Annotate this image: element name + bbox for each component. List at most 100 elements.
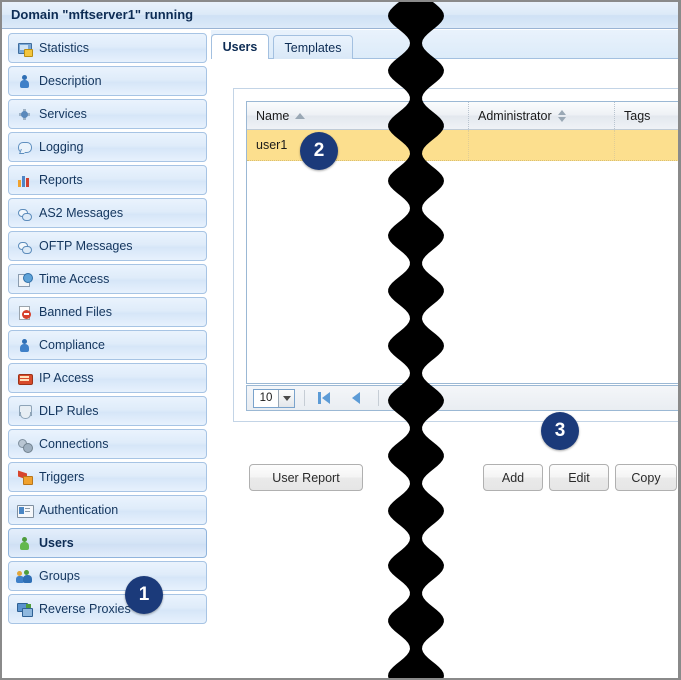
ip-access-icon [17,371,33,386]
page-size-value: 10 [259,392,273,404]
column-header-tags[interactable]: Tags [615,102,678,129]
cell-name: user1 [247,130,469,160]
sidebar-item-label: Compliance [39,338,106,352]
grid-header-row: Name Administrator Tags [247,102,678,130]
tab-templates[interactable]: Templates [273,35,353,59]
callout-badge-2-label: 2 [313,140,325,161]
action-button-row: User Report Add Edit Copy [233,464,678,498]
sidebar-item-reverse-proxies[interactable]: Reverse Proxies [8,594,207,624]
banned-files-icon [17,305,32,320]
sidebar-item-label: Users [39,536,74,550]
time-access-icon [17,272,33,287]
callout-badge-2: 2 [300,132,338,170]
column-header-label: Administrator [478,108,552,123]
sidebar-item-label: Reverse Proxies [39,602,131,616]
sidebar-item-label: Description [39,74,102,88]
sidebar-item-dlp-rules[interactable]: DLP Rules [8,396,207,426]
tab-label: Templates [284,40,342,55]
sidebar-item-groups[interactable]: Groups [8,561,207,591]
page-size-select[interactable]: 10 [253,388,295,408]
sidebar-item-as2-messages[interactable]: AS2 Messages [8,198,207,228]
users-panel: Name Administrator Tags user1 10 Page D [233,88,678,422]
reports-icon [17,173,32,188]
tab-strip: Users Templates [211,30,678,59]
sidebar-item-label: Reports [39,173,83,187]
edit-button[interactable]: Edit [549,464,609,491]
button-label: Edit [568,470,590,485]
description-icon [17,74,32,89]
copy-button[interactable]: Copy [615,464,677,491]
page-title: Domain "mftserver1" running [11,7,194,22]
sidebar-item-label: Time Access [39,272,110,286]
callout-badge-3: 3 [541,412,579,450]
button-label: Add [501,470,525,485]
statistics-icon [17,41,33,57]
sidebar-item-time-access[interactable]: Time Access [8,264,207,294]
cell-administrator [469,130,615,160]
sidebar-item-label: Connections [39,437,109,451]
sidebar-item-reports[interactable]: Reports [8,165,207,195]
column-header-name[interactable]: Name [247,102,469,129]
main-content: Users Templates Name Administrator Tags use… [211,30,678,678]
sidebar-item-logging[interactable]: Logging [8,132,207,162]
sidebar-navigation: Statistics Description Services Logging Repo… [4,30,211,678]
sidebar-item-ip-access[interactable]: IP Access [8,363,207,393]
authentication-icon [17,503,34,518]
sidebar-item-label: Triggers [39,470,85,484]
sidebar-item-label: DLP Rules [39,404,99,418]
logging-icon [17,140,32,155]
button-label: Copy [631,470,661,485]
cell-tags [615,130,678,160]
toolbar-divider-2 [378,390,379,406]
tab-users[interactable]: Users [211,34,269,59]
sidebar-item-label: OFTP Messages [39,239,133,253]
add-button[interactable]: Add [483,464,543,491]
sort-ascending-icon [295,112,306,119]
compliance-icon [17,338,32,353]
sidebar-item-label: Statistics [39,41,90,55]
pagination-toolbar: 10 Page D [246,385,678,411]
reverse-proxies-icon [17,602,33,617]
sidebar-item-users[interactable]: Users [8,528,207,558]
sidebar-item-authentication[interactable]: Authentication [8,495,207,525]
column-header-label: Tags [624,108,651,123]
groups-icon [16,569,32,584]
window-titlebar: Domain "mftserver1" running [2,2,678,29]
sidebar-item-label: Banned Files [39,305,112,319]
sidebar-item-label: AS2 Messages [39,206,124,220]
tab-label: Users [222,40,258,54]
sidebar-item-description[interactable]: Description [8,66,207,96]
sidebar-item-label: IP Access [39,371,94,385]
grid-empty-area [247,161,678,383]
application-window: Domain "mftserver1" running Statistics De… [0,0,681,680]
sidebar-item-services[interactable]: Services [8,99,207,129]
users-icon [17,536,32,551]
first-page-icon[interactable] [314,388,334,408]
as2-messages-icon [17,206,32,221]
previous-page-icon[interactable] [346,388,366,408]
chevron-down-icon[interactable] [278,389,294,407]
callout-badge-1-label: 1 [138,584,150,605]
triggers-icon [17,470,33,485]
connections-icon [17,437,33,453]
sidebar-item-statistics[interactable]: Statistics [8,33,207,63]
sidebar-item-oftp-messages[interactable]: OFTP Messages [8,231,207,261]
sidebar-item-triggers[interactable]: Triggers [8,462,207,492]
sidebar-item-compliance[interactable]: Compliance [8,330,207,360]
sidebar-item-banned-files[interactable]: Banned Files [8,297,207,327]
sidebar-item-label: Groups [39,569,80,583]
callout-badge-3-label: 3 [554,420,566,441]
column-header-label: Name [256,108,290,123]
sidebar-item-connections[interactable]: Connections [8,429,207,459]
oftp-messages-icon [17,239,32,254]
sort-toggle-icon [557,109,567,122]
button-label: User Report [272,470,340,485]
user-report-button[interactable]: User Report [249,464,363,491]
toolbar-divider [304,390,305,406]
sidebar-item-label: Logging [39,140,84,154]
sidebar-item-label: Authentication [39,503,119,517]
services-icon [17,107,32,122]
sidebar-item-label: Services [39,107,87,121]
dlp-rules-icon [17,404,32,419]
column-header-administrator[interactable]: Administrator [469,102,615,129]
